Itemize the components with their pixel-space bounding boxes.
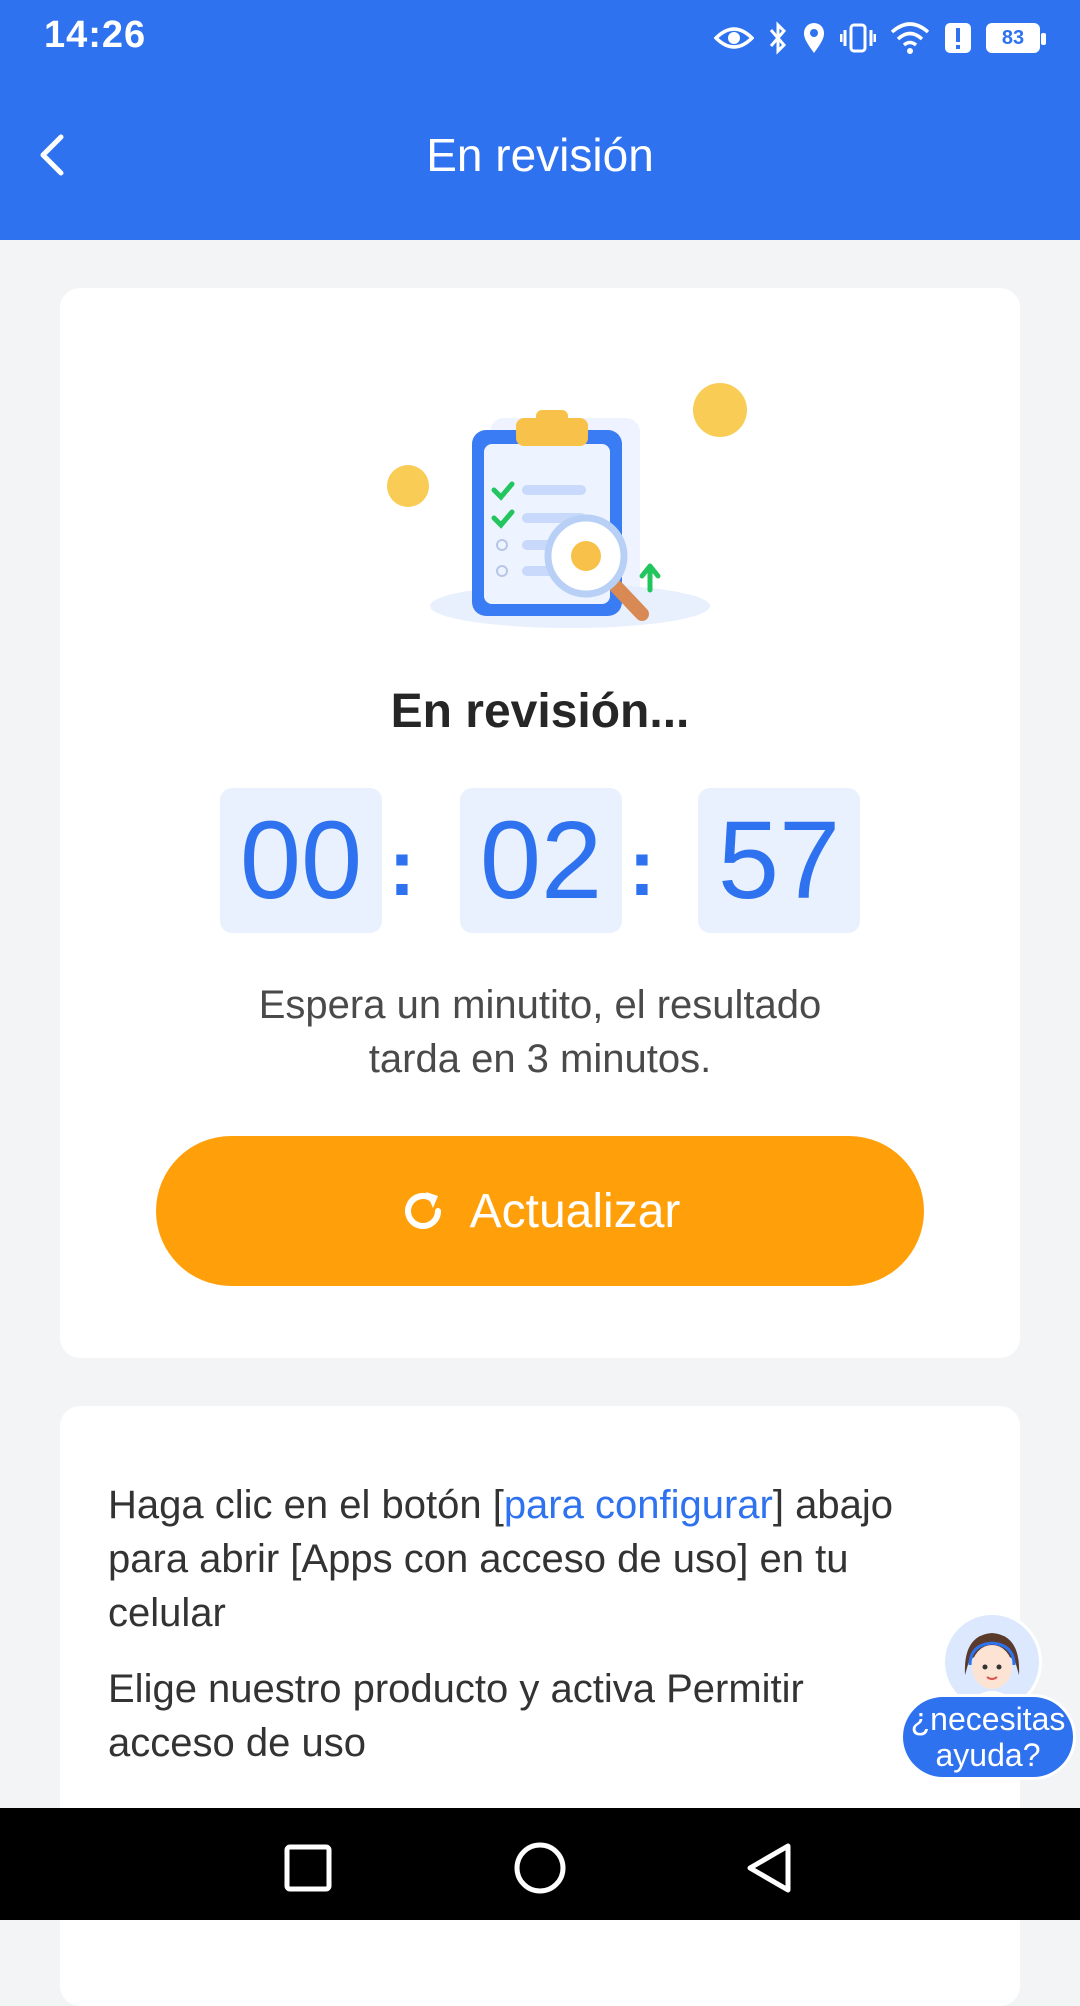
status-icons: 83 xyxy=(714,16,1046,60)
status-time: 14:26 xyxy=(44,14,147,56)
app-header: 14:26 83 En revisión xyxy=(0,0,1080,240)
battery-level: 83 xyxy=(1001,26,1025,49)
refresh-label: Actualizar xyxy=(469,1184,681,1238)
wifi-icon xyxy=(890,22,930,54)
timer-hours: 00 xyxy=(220,788,382,933)
back-nav-button[interactable] xyxy=(740,1838,800,1898)
bluetooth-icon xyxy=(768,21,788,55)
refresh-button[interactable]: Actualizar xyxy=(156,1136,924,1286)
eye-icon xyxy=(714,23,754,53)
help-label: ¿necesitas ayuda? xyxy=(900,1694,1076,1780)
instruction-step-2: Elige nuestro producto y activa Permitir… xyxy=(108,1667,804,1765)
vibrate-icon xyxy=(840,22,876,54)
recents-button[interactable] xyxy=(278,1838,338,1898)
location-icon xyxy=(802,22,826,54)
configure-link[interactable]: para configurar xyxy=(504,1483,773,1527)
help-button[interactable]: ¿necesitas ayuda? xyxy=(898,1612,1080,1780)
timer-separator: : xyxy=(628,823,656,912)
wait-message: Espera un minutito, el resultado tarda e… xyxy=(200,978,880,1086)
wait-message-line2: tarda en 3 minutos. xyxy=(368,1037,712,1081)
page-title: En revisión xyxy=(426,129,654,181)
triangle-back-icon xyxy=(747,1843,791,1893)
home-button[interactable] xyxy=(510,1838,570,1898)
wait-message-line1: Espera un minutito, el resultado xyxy=(258,983,822,1027)
review-card: En revisión... 00 : 02 : 57 Espera un mi… xyxy=(60,288,1020,1358)
refresh-icon xyxy=(404,1192,441,1229)
timer-minutes: 02 xyxy=(460,788,622,933)
clipboard-review-illustration xyxy=(387,383,747,628)
timer-seconds: 57 xyxy=(698,788,860,933)
help-label-line1: ¿necesitas xyxy=(910,1701,1066,1737)
instruction-step-1: Haga clic en el botón [para configurar] … xyxy=(108,1478,968,1640)
help-label-line2: ayuda? xyxy=(935,1737,1041,1773)
timer-separator: : xyxy=(388,823,416,912)
instruction-1-prefix: Haga clic en el botón [ xyxy=(108,1483,504,1527)
countdown-timer: 00 : 02 : 57 xyxy=(220,788,860,933)
square-icon xyxy=(284,1844,332,1892)
system-navigation-bar xyxy=(0,1808,1080,1920)
review-status-title: En revisión... xyxy=(390,685,690,738)
circle-icon xyxy=(514,1842,566,1894)
alert-icon xyxy=(944,22,972,54)
battery-icon: 83 xyxy=(986,23,1046,53)
